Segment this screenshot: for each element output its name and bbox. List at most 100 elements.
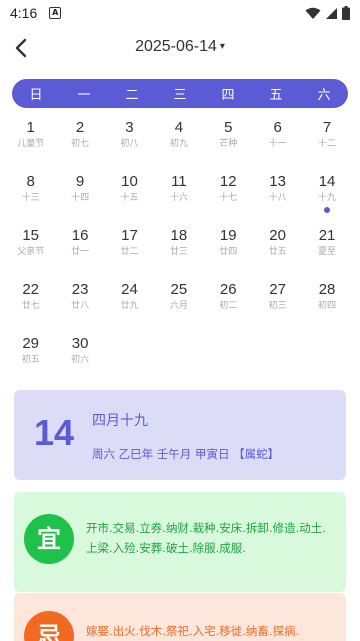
- calendar-day[interactable]: 17 廿二: [105, 226, 154, 280]
- day-number: 20: [269, 227, 286, 244]
- calendar-day[interactable]: 28 初四: [302, 280, 351, 334]
- day-lunar-label: 芒种: [219, 139, 238, 149]
- calendar-day[interactable]: 23 廿八: [55, 280, 104, 334]
- day-lunar-label: 廿五: [268, 247, 287, 257]
- day-lunar-label: 初七: [71, 139, 90, 149]
- day-lunar-label: 夏至: [318, 247, 337, 257]
- day-lunar-label: 十一: [268, 139, 287, 149]
- battery-icon: [342, 6, 350, 20]
- weekday-header: 日 一 二 三 四 五 六: [12, 79, 348, 108]
- day-lunar-label: 廿八: [71, 301, 90, 311]
- calendar-day[interactable]: 3 初八: [105, 118, 154, 172]
- calendar-day[interactable]: 15 父亲节: [6, 226, 55, 280]
- weekday-fri: 五: [269, 88, 283, 103]
- calendar-day[interactable]: 13 十八: [253, 172, 302, 226]
- day-number: 5: [224, 119, 233, 136]
- calendar-day[interactable]: 20 廿五: [253, 226, 302, 280]
- weekday-tue: 二: [125, 88, 139, 103]
- yi-badge: 宜: [24, 514, 74, 564]
- day-lunar-label: 六月: [169, 301, 188, 311]
- day-lunar-label: 廿一: [71, 247, 90, 257]
- day-number: 11: [171, 173, 187, 190]
- weekday-sat: 六: [317, 88, 331, 103]
- day-detail-card: 14 四月十九 周六 乙巳年 壬午月 甲寅日 【属蛇】: [14, 390, 346, 480]
- calendar-day[interactable]: 16 廿一: [55, 226, 104, 280]
- day-number: 18: [170, 227, 188, 244]
- selected-day-dot: [324, 207, 331, 213]
- yi-card: 宜 开市.交易.立券.纳财.栽种.安床.拆卸.修造.动土.上梁.入殓.安葬.破土…: [14, 492, 346, 592]
- day-number: 29: [22, 335, 40, 352]
- day-number: 13: [269, 173, 286, 190]
- caret-down-icon: ▾: [219, 41, 225, 52]
- day-lunar-label: 廿三: [169, 247, 188, 257]
- status-bar: 4:16 A: [0, 0, 360, 26]
- day-lunar-label: 初五: [21, 355, 40, 365]
- calendar-day[interactable]: 24 廿九: [105, 280, 154, 334]
- calendar-day[interactable]: 22 廿七: [6, 280, 55, 334]
- day-number: 19: [219, 227, 237, 244]
- calendar-day[interactable]: 9 十四: [55, 172, 104, 226]
- calendar-day[interactable]: 10 十五: [105, 172, 154, 226]
- day-number: 30: [71, 335, 89, 352]
- calendar-day[interactable]: 2 初七: [55, 118, 104, 172]
- calendar-day[interactable]: 1 儿童节: [6, 118, 55, 172]
- day-lunar-label: 廿九: [120, 301, 139, 311]
- calendar-day[interactable]: 12 十七: [204, 172, 253, 226]
- day-number: 15: [22, 227, 40, 244]
- day-number: 2: [75, 119, 85, 136]
- detail-day-number: 14: [34, 412, 75, 453]
- calendar-day[interactable]: 21 夏至: [302, 226, 351, 280]
- day-number: 1: [26, 119, 35, 136]
- weekday-mon: 一: [77, 88, 91, 103]
- current-date: 2025-06-14: [135, 38, 217, 55]
- yi-activities: 开市.交易.立券.纳财.栽种.安床.拆卸.修造.动土.上梁.入殓.安葬.破土.除…: [86, 521, 326, 555]
- day-lunar-label: 廿四: [219, 247, 238, 257]
- day-number: 12: [219, 173, 237, 190]
- calendar-day[interactable]: 26 初二: [204, 280, 253, 334]
- day-number: 28: [318, 281, 336, 298]
- day-number: 21: [318, 227, 336, 244]
- wifi-icon: [305, 7, 321, 19]
- day-lunar-label: 十八: [268, 193, 287, 203]
- day-number: 6: [273, 119, 282, 136]
- day-number: 7: [322, 119, 332, 136]
- day-number: 27: [269, 281, 286, 298]
- calendar-day[interactable]: 7 十二: [302, 118, 351, 172]
- calendar-day[interactable]: 4 初九: [154, 118, 203, 172]
- day-number: 24: [121, 281, 138, 298]
- day-lunar-label: 廿二: [120, 247, 139, 257]
- day-lunar-label: 初六: [71, 355, 90, 365]
- day-number: 8: [26, 173, 35, 190]
- detail-ganzhi: 周六 乙巳年 壬午月 甲寅日 【属蛇】: [92, 447, 280, 461]
- day-number: 25: [170, 281, 188, 298]
- day-lunar-label: 初八: [120, 139, 139, 149]
- day-number: 26: [219, 281, 237, 298]
- calendar-day[interactable]: 25 六月: [154, 280, 203, 334]
- day-lunar-label: 十三: [21, 193, 40, 203]
- calendar-day[interactable]: 18 廿三: [154, 226, 203, 280]
- day-lunar-label: 儿童节: [17, 139, 45, 149]
- day-number: 10: [121, 173, 138, 190]
- calendar-day[interactable]: 5 芒种: [204, 118, 253, 172]
- calendar-day[interactable]: 11 十六: [154, 172, 203, 226]
- notification-icon: A: [49, 7, 62, 19]
- detail-lunar-date: 四月十九: [92, 413, 148, 429]
- day-number: 3: [125, 119, 134, 136]
- day-lunar-label: 父亲节: [17, 247, 45, 257]
- calendar-day[interactable]: 14 十九: [302, 172, 351, 226]
- day-lunar-label: 十九: [318, 193, 337, 203]
- day-number: 9: [75, 173, 85, 190]
- calendar-day[interactable]: 27 初三: [253, 280, 302, 334]
- calendar-day[interactable]: 8 十三: [6, 172, 55, 226]
- calendar-day[interactable]: 30 初六: [55, 334, 104, 388]
- day-number: 23: [71, 281, 89, 298]
- day-lunar-label: 十二: [318, 139, 337, 149]
- status-time: 4:16: [10, 5, 38, 21]
- calendar-day[interactable]: 29 初五: [6, 334, 55, 388]
- calendar-day[interactable]: 6 十一: [253, 118, 302, 172]
- calendar-day[interactable]: 19 廿四: [204, 226, 253, 280]
- date-selector[interactable]: 2025-06-14 ▾: [0, 38, 360, 56]
- day-lunar-label: 初四: [318, 301, 337, 311]
- calendar-grid: 1 儿童节 2 初七 3 初八 4 初九 5 芒种 6 十一 7 十二 8 十三 9 十四 10 十五 11 十六 12 十七…: [6, 118, 354, 388]
- day-lunar-label: 初九: [169, 139, 188, 149]
